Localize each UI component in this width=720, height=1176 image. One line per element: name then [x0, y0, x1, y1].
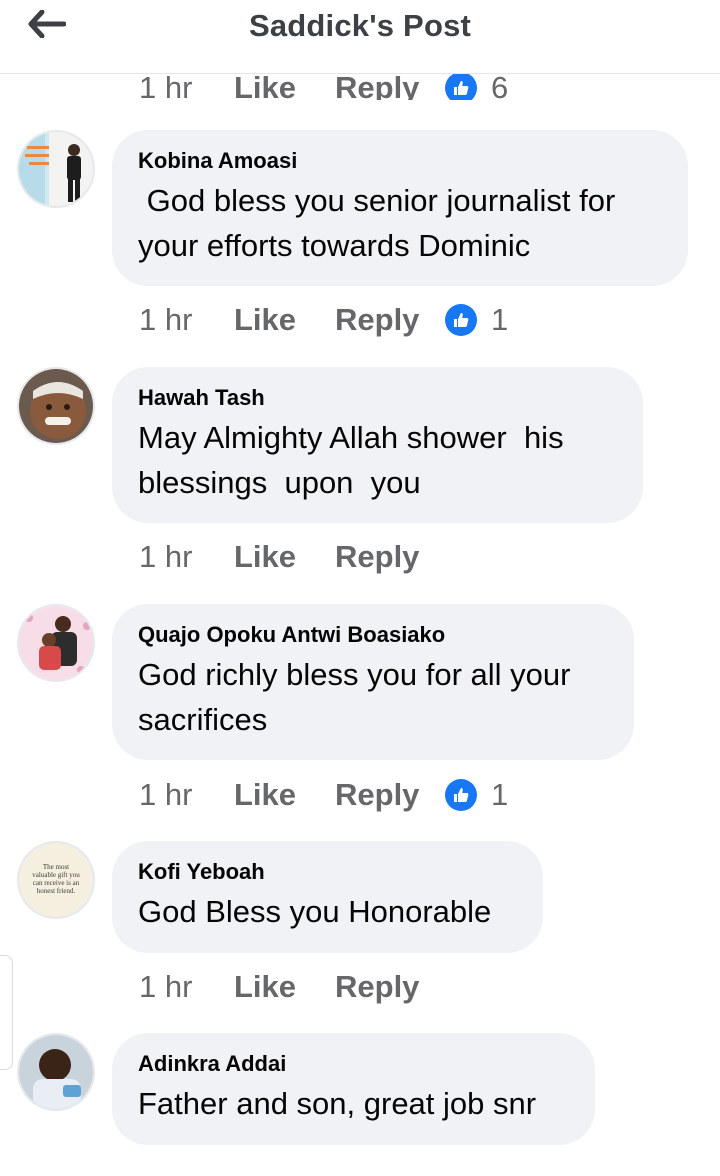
comment-time: 1 hr — [139, 302, 193, 337]
reaction-summary[interactable]: 1 — [445, 302, 508, 338]
like-button[interactable]: Like — [234, 70, 335, 100]
comment-time: 1 hr — [139, 70, 193, 100]
comment-text: Father and son, great job snr — [138, 1086, 537, 1121]
comment-author[interactable]: Hawah Tash — [138, 385, 615, 411]
avatar[interactable] — [17, 367, 95, 445]
like-button[interactable]: Like — [234, 777, 335, 813]
comment-text: God bless you senior journalist for your… — [138, 183, 616, 263]
avatar[interactable]: The most valuable gift you can receive i… — [17, 841, 95, 919]
reaction-count: 6 — [491, 70, 509, 100]
reaction-count: 1 — [491, 302, 509, 337]
page-title: Saddick's Post — [248, 8, 472, 43]
comment-author[interactable]: Adinkra Addai — [138, 1051, 567, 1077]
comment-bubble[interactable]: Adinkra Addai Father and son, great job … — [112, 1033, 595, 1145]
comment-bubble[interactable]: Kofi Yeboah God Bless you Honorable — [112, 841, 543, 953]
app-header: Saddick's Post — [0, 0, 720, 74]
reply-button[interactable]: Reply — [335, 969, 445, 1005]
like-button[interactable]: Like — [234, 302, 335, 338]
comment-text: God Bless you Honorable — [138, 894, 492, 929]
comment-time: 1 hr — [139, 539, 193, 574]
comment-text: God richly bless you for all your sacrif… — [138, 657, 571, 737]
comment-bubble[interactable]: Hawah Tash May Almighty Allah shower his… — [112, 367, 643, 523]
avatar[interactable] — [17, 130, 95, 208]
comment-author[interactable]: Quajo Opoku Antwi Boasiako — [138, 622, 606, 648]
comment-time: 1 hr — [139, 777, 193, 812]
like-button[interactable]: Like — [234, 539, 335, 575]
avatar[interactable] — [17, 1033, 95, 1111]
reply-button[interactable]: Reply — [335, 302, 445, 338]
comment-time: 1 hr — [139, 969, 193, 1004]
comment-text: May Almighty Allah shower his blessings … — [138, 420, 564, 500]
thumbs-up-icon — [445, 304, 477, 336]
thumbs-up-icon — [445, 779, 477, 811]
floating-edge-handle[interactable] — [0, 955, 13, 1070]
comment-author[interactable]: Kofi Yeboah — [138, 859, 515, 885]
comment-author[interactable]: Kobina Amoasi — [138, 148, 660, 174]
comment-meta: 1 hr Like Reply 1 — [139, 773, 508, 817]
reaction-count: 1 — [491, 777, 509, 812]
reaction-summary[interactable]: 6 — [445, 70, 508, 100]
comment-bubble[interactable]: Quajo Opoku Antwi Boasiako God richly bl… — [112, 604, 634, 760]
comment-meta: 1 hr Like Reply 1 — [139, 298, 508, 342]
avatar-quote-text: The most valuable gift you can receive i… — [32, 863, 80, 895]
comment-meta: 1 hr Like Reply — [139, 965, 445, 1009]
reaction-summary[interactable]: 1 — [445, 777, 508, 813]
reply-button[interactable]: Reply — [335, 777, 445, 813]
reply-button[interactable]: Reply — [335, 539, 445, 575]
thumbs-up-icon — [445, 72, 477, 100]
avatar[interactable] — [17, 604, 95, 682]
reply-button[interactable]: Reply — [335, 70, 445, 100]
comment-bubble[interactable]: Kobina Amoasi God bless you senior journ… — [112, 130, 688, 286]
like-button[interactable]: Like — [234, 969, 335, 1005]
comment-meta: 1 hr Like Reply — [139, 535, 445, 579]
